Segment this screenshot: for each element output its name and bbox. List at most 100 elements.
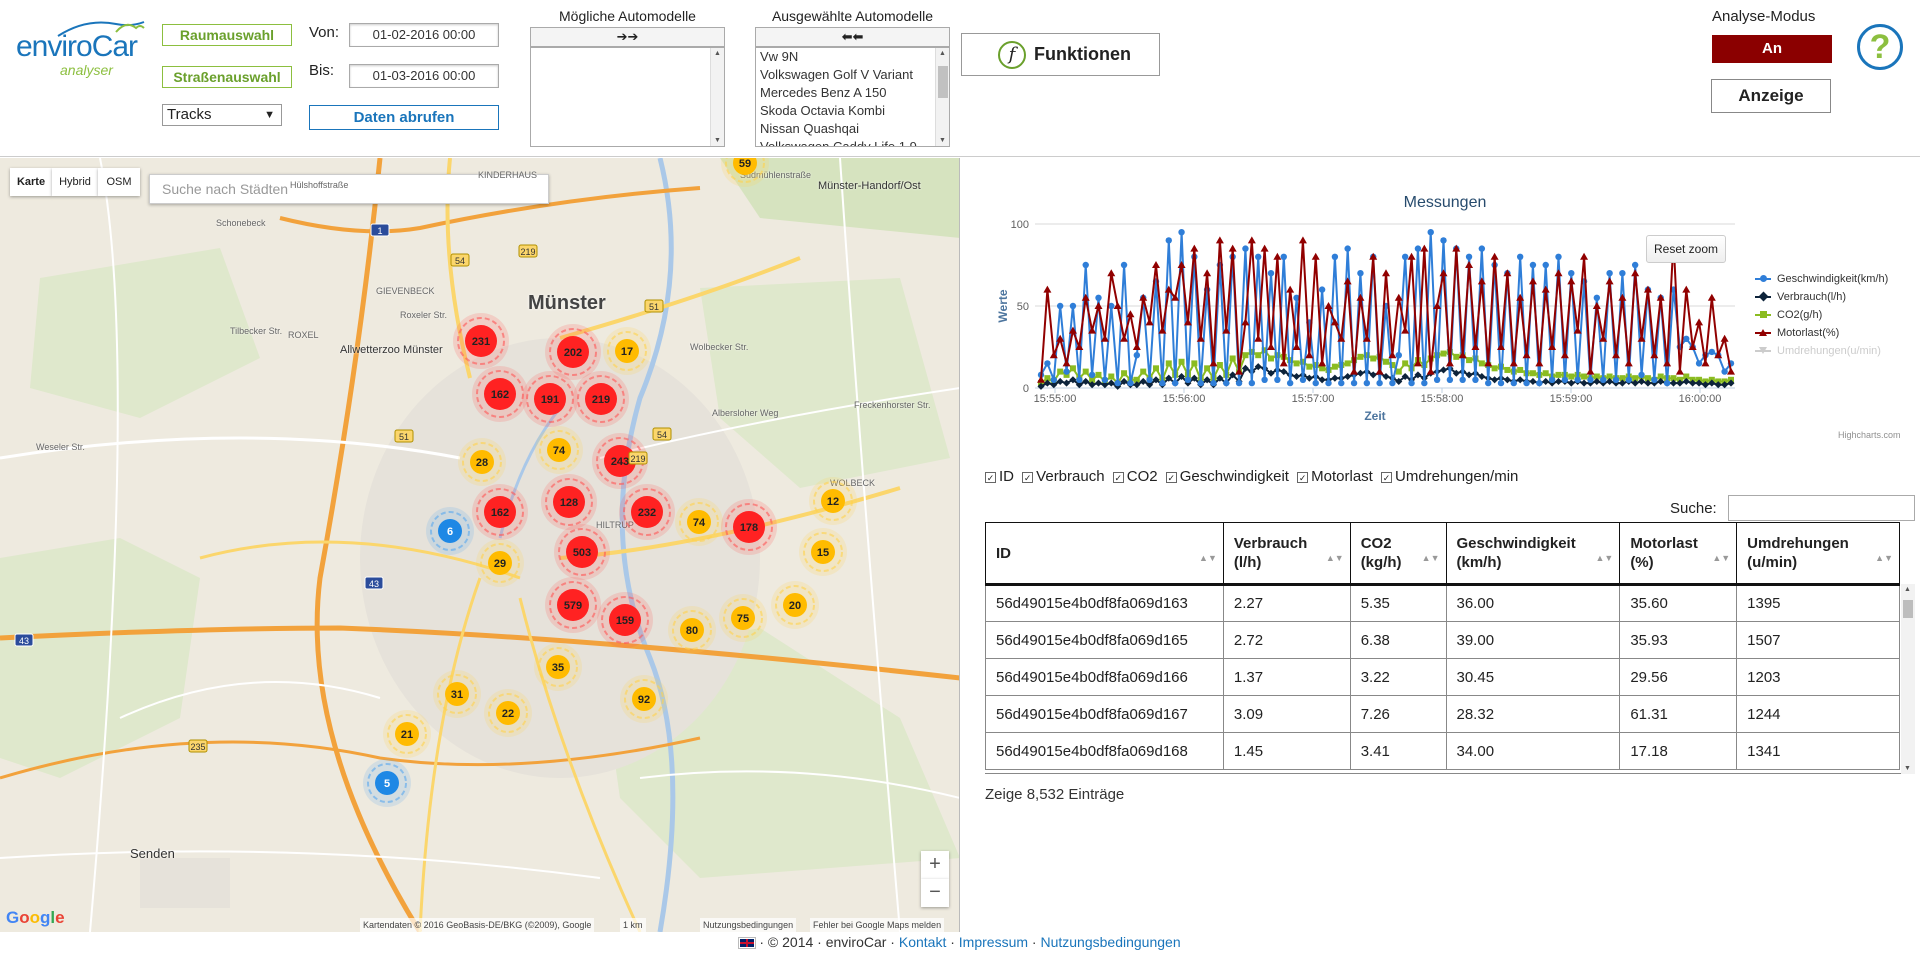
analyse-an-button[interactable]: An <box>1712 35 1832 63</box>
map-cluster-marker[interactable]: 162 <box>472 484 528 540</box>
map-terms-link[interactable]: Nutzungsbedingungen <box>700 918 797 932</box>
funktionen-button[interactable]: f Funktionen <box>961 33 1160 76</box>
column-header-id[interactable]: ID ▲▼ <box>985 522 1224 586</box>
point-speed <box>1171 379 1179 387</box>
impressum-link[interactable]: Impressum <box>959 934 1028 950</box>
cell-verbrauch: 3.09 <box>1222 695 1351 733</box>
table-row[interactable]: 56d49015e4b0df8fa069d165 2.72 6.38 39.00 35.… <box>985 621 1900 659</box>
column-header-umdrehungen[interactable]: Umdrehungen (u/min) ▲▼ <box>1736 522 1900 586</box>
toggle-geschwindigkeit-checkbox[interactable]: ✓ Geschwindigkeit <box>1165 468 1289 485</box>
model-list-item[interactable]: Nissan Quashqai <box>756 120 949 138</box>
map-cluster-marker[interactable]: 35 <box>534 643 582 691</box>
model-list-item[interactable]: Skoda Octavia Kombi <box>756 102 949 120</box>
map-cluster-marker[interactable]: 17 <box>603 327 651 375</box>
toggle-umdrehungen-checkbox[interactable]: ✓ Umdrehungen/min <box>1381 468 1518 485</box>
map-cluster-marker[interactable]: 232 <box>619 484 675 540</box>
zoom-out-button[interactable]: − <box>921 879 949 907</box>
column-header-co2[interactable]: CO2 (kg/h) ▲▼ <box>1349 522 1447 586</box>
envirocar-logo[interactable]: enviroCar analyser <box>16 18 145 88</box>
legend-item-speed[interactable]: Geschwindigkeit(km/h) <box>1753 270 1915 288</box>
map-cluster-marker[interactable]: 219 <box>573 371 629 427</box>
list-scrollbar[interactable]: ▲ ▼ <box>935 48 949 146</box>
table-row[interactable]: 56d49015e4b0df8fa069d168 1.45 3.41 34.00 17.… <box>985 732 1900 770</box>
cell-verbrauch: 2.72 <box>1222 621 1351 659</box>
reset-zoom-button[interactable]: Reset zoom <box>1646 235 1726 263</box>
toggle-verbrauch-checkbox[interactable]: ✓ Verbrauch <box>1022 468 1105 485</box>
point-consumption <box>1382 372 1390 381</box>
map-cluster-marker[interactable]: 59 <box>721 158 769 187</box>
table-row[interactable]: 56d49015e4b0df8fa069d166 1.37 3.22 30.45 29.… <box>985 658 1900 696</box>
map-cluster-marker[interactable]: 15 <box>799 528 847 576</box>
strassenauswahl-button[interactable]: Straßenauswahl <box>162 66 292 88</box>
map-cluster-marker[interactable]: 28 <box>458 438 506 486</box>
point-co2 <box>1255 352 1262 359</box>
table-search-input[interactable] <box>1728 495 1915 521</box>
map-report-link[interactable]: Fehler bei Google Maps melden <box>810 918 945 932</box>
point-engine-load <box>1037 375 1045 383</box>
model-list-item[interactable]: Mercedes Benz A 150 <box>756 84 949 102</box>
chart-credits[interactable]: Highcharts.com <box>1838 430 1901 440</box>
map-cluster-marker[interactable]: 74 <box>535 426 583 474</box>
map-cluster-marker[interactable]: 128 <box>541 474 597 530</box>
uk-flag-icon[interactable] <box>738 937 757 949</box>
legend-item-co2[interactable]: CO2(g/h) <box>1753 306 1915 324</box>
map-cluster-marker[interactable]: 29 <box>476 539 524 587</box>
nutzungsbedingungen-link[interactable]: Nutzungsbedingungen <box>1040 934 1180 950</box>
point-consumption <box>1082 377 1090 385</box>
map-cluster-marker[interactable]: 80 <box>668 606 716 654</box>
point-speed <box>1683 335 1690 342</box>
sort-icon: ▲▼ <box>1875 553 1893 563</box>
map-cluster-marker[interactable]: 74 <box>675 498 723 546</box>
model-list-item[interactable]: Volkswagen Caddy Life 1.9 <box>756 138 949 146</box>
table-row[interactable]: 56d49015e4b0df8fa069d163 2.27 5.35 36.00 35.… <box>985 583 1900 622</box>
toggle-motorlast-checkbox[interactable]: ✓ Motorlast <box>1297 468 1373 485</box>
map-cluster-marker[interactable]: 231 <box>453 313 509 369</box>
column-header-geschwindigkeit[interactable]: Geschwindigkeit (km/h) ▲▼ <box>1445 522 1621 586</box>
map-cluster-marker[interactable]: 162 <box>472 366 528 422</box>
map-view[interactable]: Karte Hybrid OSM Suche nach Städten Müns… <box>0 158 960 932</box>
tracks-select[interactable]: Tracks ▼ <box>162 104 282 126</box>
map-cluster-marker[interactable]: 6 <box>426 507 474 555</box>
add-model-arrow-button[interactable]: ➔➔ <box>530 27 725 47</box>
map-cluster-marker[interactable]: 191 <box>522 371 578 427</box>
remove-model-arrow-button[interactable]: ⬅⬅ <box>755 27 950 47</box>
legend-item-engine-load[interactable]: Motorlast(%) <box>1753 324 1915 342</box>
bis-date-input[interactable]: 01-03-2016 00:00 <box>349 64 499 88</box>
kontakt-link[interactable]: Kontakt <box>899 934 946 950</box>
column-header-verbrauch[interactable]: Verbrauch (l/h) ▲▼ <box>1222 522 1351 586</box>
model-list-item[interactable]: Volkswagen Golf V Variant <box>756 66 949 84</box>
list-scrollbar[interactable]: ▲ ▼ <box>710 48 724 146</box>
map-cluster-marker[interactable]: 75 <box>719 594 767 642</box>
map-cluster-marker[interactable]: 92 <box>620 675 668 723</box>
model-list-item[interactable]: Vw 9N <box>756 48 949 66</box>
point-consumption <box>1241 364 1249 372</box>
ausgewaehlte-automodelle-list[interactable]: Vw 9N Volkswagen Golf V Variant Mercedes… <box>755 47 950 147</box>
raumauswahl-button[interactable]: Raumauswahl <box>162 24 292 46</box>
daten-abrufen-button[interactable]: Daten abrufen <box>309 105 499 130</box>
map-cluster-marker[interactable]: 31 <box>433 670 481 718</box>
table-scrollbar[interactable]: ▲ ▼ <box>1901 584 1915 774</box>
point-engine-load <box>1203 269 1212 277</box>
map-cluster-marker[interactable]: 5 <box>363 759 411 807</box>
moegliche-automodelle-list[interactable]: ▲ ▼ <box>530 47 725 147</box>
legend-item-consumption[interactable]: Verbrauch(l/h) <box>1753 288 1915 306</box>
legend-item-rpm[interactable]: Umdrehungen(u/min) <box>1753 342 1915 360</box>
map-cluster-marker[interactable]: 22 <box>484 689 532 737</box>
table-row[interactable]: 56d49015e4b0df8fa069d167 3.09 7.26 28.32 61.… <box>985 695 1900 733</box>
anzeige-button[interactable]: Anzeige <box>1711 79 1831 113</box>
map-cluster-marker[interactable]: 12 <box>809 477 857 525</box>
toggle-id-checkbox[interactable]: ✓ ID <box>985 468 1014 485</box>
map-cluster-marker[interactable]: 159 <box>597 592 653 648</box>
point-speed <box>1146 376 1153 383</box>
von-date-input[interactable]: 01-02-2016 00:00 <box>349 23 499 47</box>
map-cluster-marker[interactable]: 579 <box>545 577 601 633</box>
map-cluster-marker[interactable]: 178 <box>721 499 777 555</box>
svg-text:219: 219 <box>630 454 645 464</box>
map-cluster-marker[interactable]: 21 <box>383 710 431 758</box>
toggle-co2-checkbox[interactable]: ✓ CO2 <box>1112 468 1158 485</box>
map-cluster-marker[interactable]: 20 <box>771 581 819 629</box>
column-header-motorlast[interactable]: Motorlast (%) ▲▼ <box>1619 522 1738 586</box>
help-icon[interactable]: ? <box>1857 24 1903 70</box>
zoom-in-button[interactable]: + <box>921 851 949 879</box>
map-cluster-marker[interactable]: 503 <box>554 524 610 580</box>
